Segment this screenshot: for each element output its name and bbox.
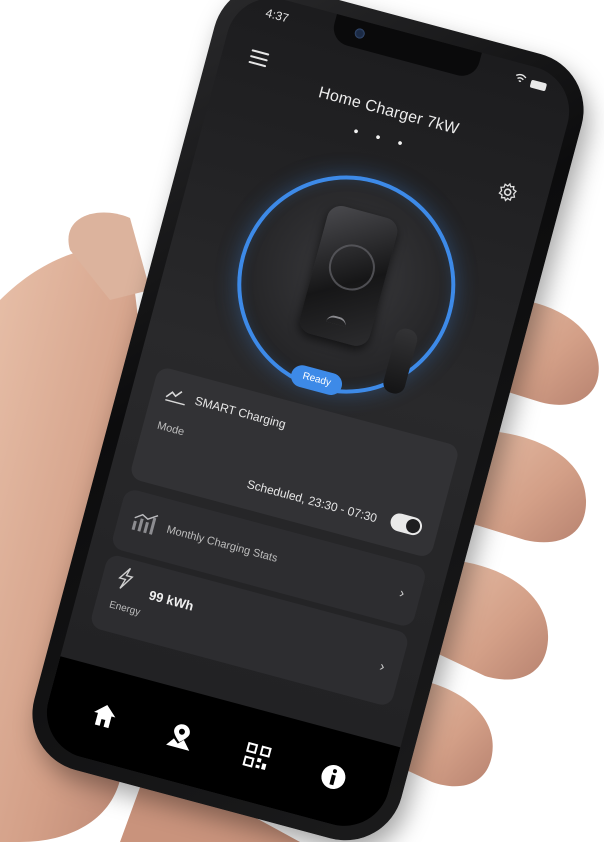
lightning-bolt-icon — [114, 565, 138, 593]
smart-charging-toggle[interactable] — [388, 511, 425, 538]
energy-label: Energy — [107, 599, 142, 619]
product-photo: 4:37 Home Charger 7kW • • • Ready SMART … — [0, 0, 604, 842]
mode-label: Mode — [155, 419, 186, 439]
monthly-stats-title: Monthly Charging Stats — [165, 523, 279, 565]
chevron-right-icon[interactable]: › — [398, 584, 407, 601]
status-time: 4:37 — [264, 5, 291, 26]
wallbox-charger-image — [296, 202, 401, 349]
charger-status-ring — [212, 151, 480, 419]
smart-charging-title: SMART Charging — [193, 393, 288, 432]
smart-charging-icon — [164, 385, 189, 406]
wifi-icon — [513, 72, 528, 88]
map-pin-icon[interactable] — [159, 715, 201, 757]
bar-chart-icon — [129, 509, 160, 537]
battery-icon — [529, 79, 548, 91]
info-icon[interactable] — [312, 756, 354, 798]
settings-gear-icon[interactable] — [495, 180, 519, 204]
energy-value: 99 kWh — [147, 587, 196, 614]
charger-logo-icon — [323, 239, 381, 296]
chevron-right-icon[interactable]: › — [378, 658, 387, 675]
front-camera — [353, 27, 366, 40]
schedule-value: Scheduled, 23:30 - 07:30 — [245, 476, 379, 526]
home-icon[interactable] — [83, 695, 125, 737]
charging-cable-image — [381, 326, 420, 396]
qr-code-icon[interactable] — [236, 736, 278, 778]
charger-brand-mark — [326, 313, 348, 327]
status-icons — [513, 72, 548, 93]
